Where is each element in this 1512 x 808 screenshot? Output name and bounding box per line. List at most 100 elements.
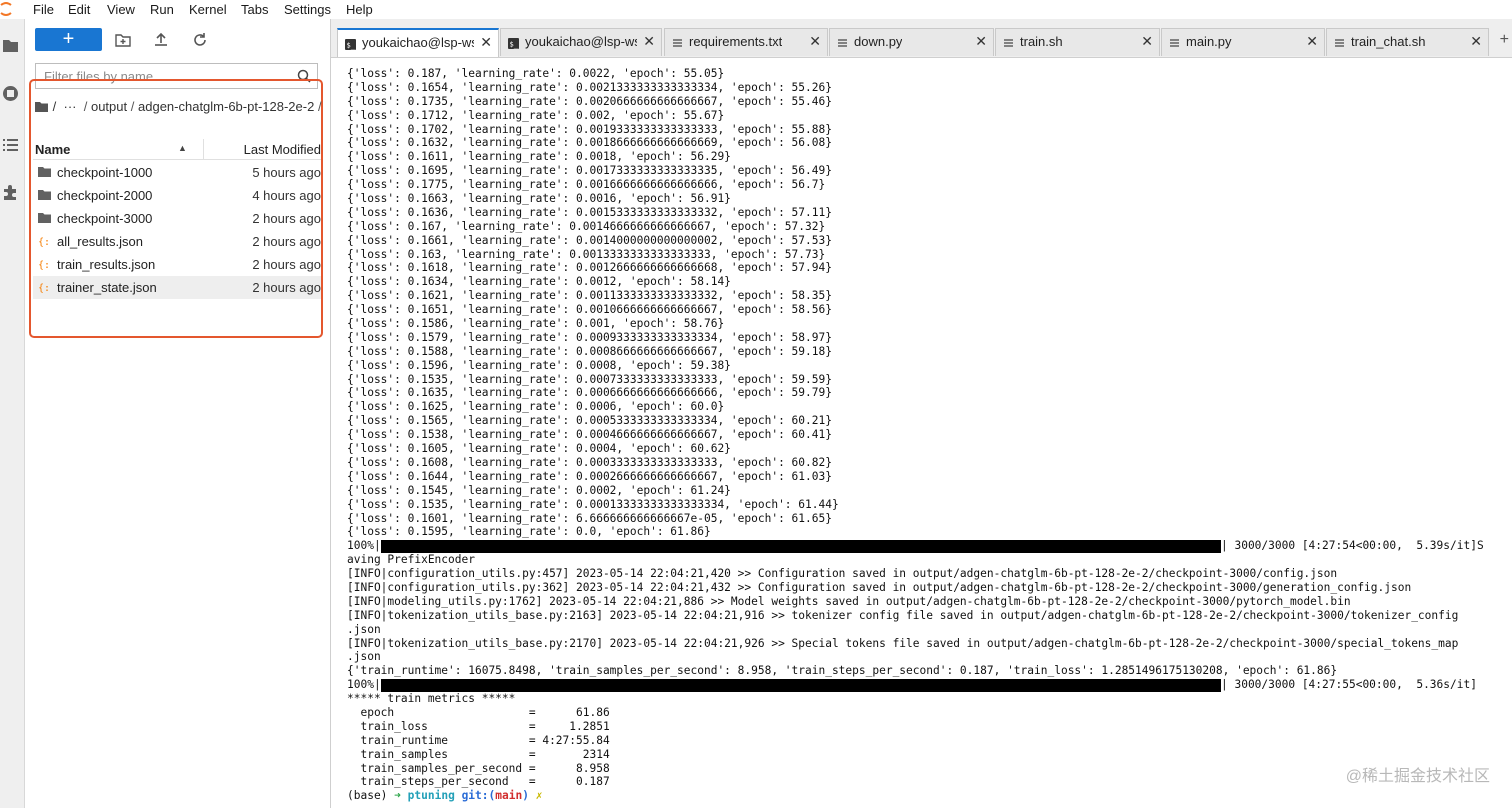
breadcrumb-separator: / — [83, 99, 88, 114]
terminal-line: {'loss': 0.167, 'learning_rate': 0.00146… — [347, 219, 826, 233]
progress-bar — [381, 540, 1221, 554]
file-list-header: Name ▲ Last Modified — [33, 139, 321, 160]
extension-manager-icon[interactable] — [2, 184, 19, 201]
file-row-train-results-json[interactable]: {:} train_results.json 2 hours ago — [33, 253, 321, 276]
progress-bar-line: 100%| | 3000/3000 [4:27:54<00:00, 5.39s/i… — [347, 539, 1507, 554]
menu-run[interactable]: Run — [150, 2, 174, 17]
sort-ascending-icon[interactable]: ▲ — [178, 143, 187, 153]
terminal-line: [INFO|modeling_utils.py:1762] 2023-05-14… — [347, 594, 1351, 608]
tab-train-sh[interactable]: train.sh ✕ — [995, 28, 1160, 56]
tab-label: train_chat.sh — [1351, 34, 1426, 49]
tab-label: train.sh — [1020, 34, 1063, 49]
terminal-line: {'train_runtime': 16075.8498, 'train_sam… — [347, 664, 1338, 678]
prompt-dirty-icon: ✗ — [535, 789, 543, 803]
terminal-line: [INFO|tokenization_utils_base.py:2163] 2… — [347, 608, 1459, 622]
menu-tabs[interactable]: Tabs — [241, 2, 268, 17]
prompt-directory: ptuning — [407, 789, 455, 803]
breadcrumb-home-icon[interactable] — [35, 100, 49, 116]
terminal-icon: $_ — [508, 36, 519, 49]
file-modified: 2 hours ago — [252, 280, 321, 295]
text-file-icon — [1169, 36, 1180, 47]
breadcrumb-ellipsis[interactable]: ··· — [63, 99, 76, 114]
progress-bar — [381, 679, 1221, 693]
menu-settings[interactable]: Settings — [284, 2, 331, 17]
running-sessions-icon[interactable] — [2, 85, 19, 102]
progress-percent: 100%| — [347, 539, 381, 553]
tab-terminal-1[interactable]: $_ youkaichao@lsp-ws:/ ✕ — [337, 28, 499, 57]
menu-kernel[interactable]: Kernel — [189, 2, 227, 17]
close-icon[interactable]: ✕ — [643, 33, 655, 49]
svg-text:{:}: {:} — [38, 283, 51, 293]
activity-rail — [0, 19, 25, 808]
text-file-icon — [1003, 36, 1014, 47]
breadcrumb-separator: / — [130, 99, 135, 114]
close-icon[interactable]: ✕ — [809, 33, 821, 49]
file-row-checkpoint-3000[interactable]: checkpoint-3000 2 hours ago — [33, 207, 321, 230]
terminal-line: {'loss': 0.1586, 'learning_rate': 0.001,… — [347, 317, 725, 331]
file-row-checkpoint-2000[interactable]: checkpoint-2000 4 hours ago — [33, 184, 321, 207]
tab-train-chat-sh[interactable]: train_chat.sh ✕ — [1326, 28, 1489, 56]
terminal-line: {'loss': 0.1596, 'learning_rate': 0.0008… — [347, 358, 731, 372]
terminal-icon: $_ — [345, 37, 356, 50]
svg-text:{:}: {:} — [38, 237, 51, 247]
svg-text:$_: $_ — [347, 42, 356, 50]
text-file-icon — [837, 36, 848, 47]
terminal-line: {'loss': 0.1663, 'learning_rate': 0.0016… — [347, 192, 731, 206]
watermark: @稀土掘金技术社区 — [1345, 768, 1490, 785]
json-file-icon: {:} — [38, 258, 56, 271]
terminal-panel[interactable]: {'loss': 0.187, 'learning_rate': 0.0022,… — [331, 58, 1512, 808]
terminal-line: {'loss': 0.1535, 'learning_rate': 0.0001… — [347, 497, 839, 511]
terminal-line: {'loss': 0.1661, 'learning_rate': 0.0014… — [347, 233, 832, 247]
close-icon[interactable]: ✕ — [1470, 33, 1482, 49]
terminal-line: {'loss': 0.1775, 'learning_rate': 0.0016… — [347, 178, 826, 192]
close-icon[interactable]: ✕ — [1141, 33, 1153, 49]
tab-terminal-2[interactable]: $_ youkaichao@lsp-ws:/ ✕ — [500, 28, 662, 56]
prompt-git-label: git:( — [461, 789, 496, 803]
menu-help[interactable]: Help — [346, 2, 373, 17]
terminal-line: {'loss': 0.1636, 'learning_rate': 0.0015… — [347, 205, 832, 219]
tab-down-py[interactable]: down.py ✕ — [829, 28, 994, 56]
new-launcher-button[interactable]: + — [35, 28, 102, 51]
menu-view[interactable]: View — [107, 2, 135, 17]
file-row-trainer-state-json[interactable]: {:} trainer_state.json 2 hours ago — [33, 276, 321, 299]
terminal-line: {'loss': 0.1634, 'learning_rate': 0.0012… — [347, 275, 731, 289]
file-modified: 2 hours ago — [252, 234, 321, 249]
prompt-arrow-icon: ➜ — [394, 789, 401, 803]
refresh-icon[interactable] — [191, 31, 209, 49]
folder-icon — [38, 189, 51, 201]
file-name: checkpoint-2000 — [57, 188, 153, 203]
column-header-last-modified[interactable]: Last Modified — [244, 142, 321, 157]
menu-file[interactable]: File — [33, 2, 54, 17]
close-icon[interactable]: ✕ — [480, 34, 492, 50]
breadcrumb-output[interactable]: output — [91, 99, 127, 114]
breadcrumb-root[interactable]: / — [53, 99, 57, 114]
file-list: checkpoint-1000 5 hours ago checkpoint-2… — [33, 161, 321, 299]
menu-edit[interactable]: Edit — [68, 2, 90, 17]
shell-prompt[interactable]: (base) ➜ ptuning git:(main) ✗ — [347, 789, 1507, 803]
terminal-line: {'loss': 0.1579, 'learning_rate': 0.0009… — [347, 330, 832, 344]
file-modified: 2 hours ago — [252, 211, 321, 226]
tab-requirements-txt[interactable]: requirements.txt ✕ — [664, 28, 828, 56]
breadcrumb-run-folder[interactable]: adgen-chatglm-6b-pt-128-2e-2 — [138, 99, 314, 114]
new-folder-icon[interactable] — [114, 31, 132, 49]
column-header-name[interactable]: Name — [35, 142, 70, 157]
tab-label: youkaichao@lsp-ws:/ — [362, 35, 474, 50]
tab-main-py[interactable]: main.py ✕ — [1161, 28, 1325, 56]
terminal-line: {'loss': 0.1588, 'learning_rate': 0.0008… — [347, 344, 832, 358]
add-tab-icon[interactable]: + — [1500, 31, 1509, 49]
column-divider[interactable] — [203, 139, 204, 159]
close-icon[interactable]: ✕ — [1306, 33, 1318, 49]
terminal-line: train_samples_per_second = 8.958 — [347, 761, 610, 775]
folder-icon[interactable] — [2, 37, 19, 54]
terminal-line: {'loss': 0.1644, 'learning_rate': 0.0002… — [347, 469, 832, 483]
text-file-icon — [672, 36, 683, 47]
table-of-contents-icon[interactable] — [2, 136, 19, 153]
file-row-checkpoint-1000[interactable]: checkpoint-1000 5 hours ago — [33, 161, 321, 184]
upload-icon[interactable] — [152, 31, 170, 49]
terminal-line: {'loss': 0.1735, 'learning_rate': 0.0020… — [347, 94, 832, 108]
file-row-all-results-json[interactable]: {:} all_results.json 2 hours ago — [33, 230, 321, 253]
prompt-env: (base) — [347, 789, 395, 803]
close-icon[interactable]: ✕ — [975, 33, 987, 49]
